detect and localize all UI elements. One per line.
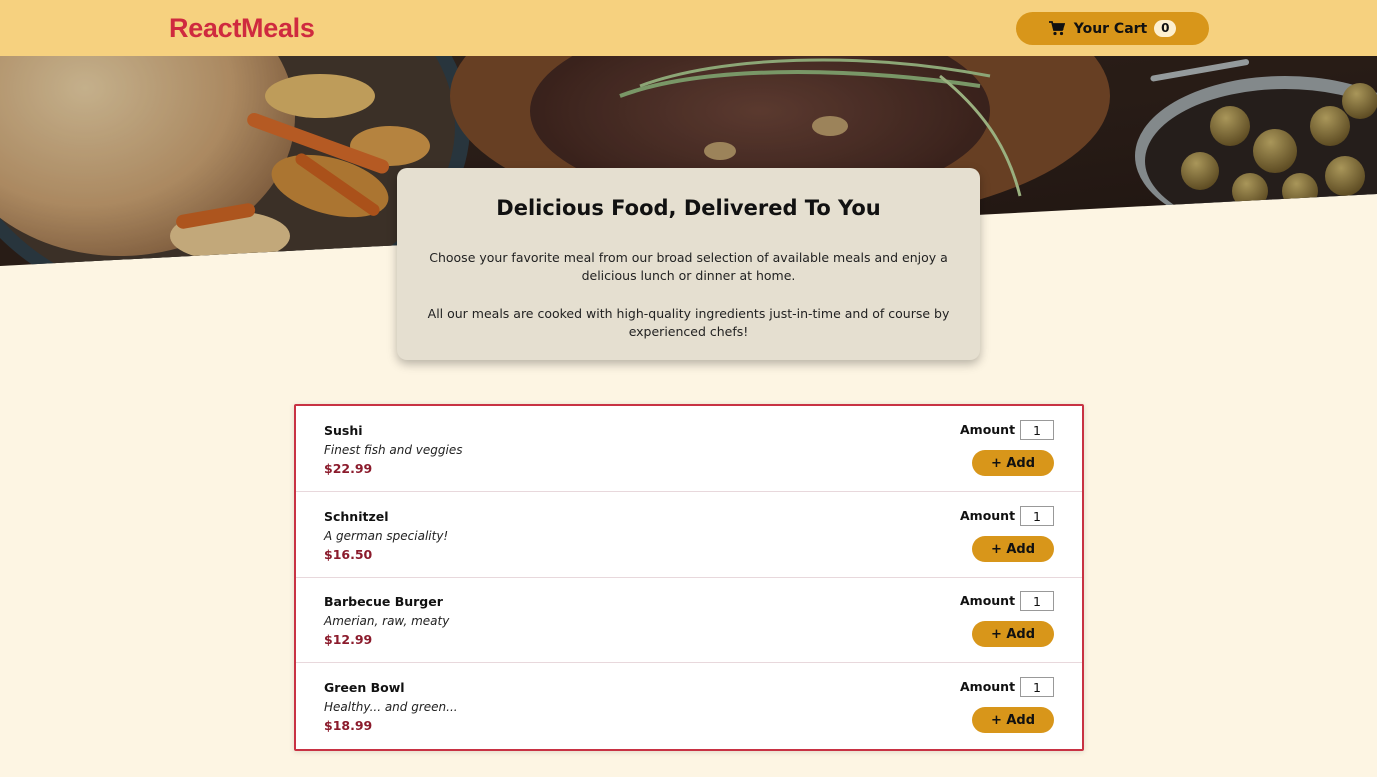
add-button[interactable]: + Add [972, 621, 1054, 647]
meal-name: Barbecue Burger [324, 594, 443, 609]
meal-price: $22.99 [324, 461, 373, 476]
app-header: ReactMeals Your Cart 0 [0, 0, 1377, 56]
amount-input[interactable] [1020, 591, 1054, 611]
cart-icon [1048, 21, 1065, 36]
meal-name: Green Bowl [324, 680, 405, 695]
amount-input[interactable] [1020, 420, 1054, 440]
amount-label: Amount [960, 508, 1016, 523]
meal-description: Amerian, raw, meaty [324, 614, 450, 628]
meal-description: A german speciality! [324, 529, 449, 543]
summary-paragraph-2: All our meals are cooked with high-quali… [427, 306, 950, 339]
meal-price: $18.99 [324, 718, 373, 733]
cart-button[interactable]: Your Cart 0 [1016, 12, 1209, 45]
app-logo[interactable]: ReactMeals [169, 13, 315, 44]
meal-description: Healthy... and green... [324, 700, 458, 714]
cart-count-badge: 0 [1154, 20, 1177, 37]
amount-label: Amount [960, 593, 1016, 608]
add-button[interactable]: + Add [972, 707, 1054, 733]
meal-price: $16.50 [324, 547, 373, 562]
amount-label: Amount [960, 422, 1016, 437]
meal-item: Green Bowl Healthy... and green... $18.9… [296, 663, 1082, 749]
meal-item: Schnitzel A german speciality! $16.50 Am… [296, 492, 1082, 578]
summary-title: Delicious Food, Delivered To You [496, 196, 881, 220]
cart-label: Your Cart [1073, 20, 1148, 37]
amount-label: Amount [960, 679, 1016, 694]
meal-name: Schnitzel [324, 509, 389, 524]
add-button[interactable]: + Add [972, 536, 1054, 562]
amount-input[interactable] [1020, 506, 1054, 526]
meal-item: Sushi Finest fish and veggies $22.99 Amo… [296, 406, 1082, 492]
add-button[interactable]: + Add [972, 450, 1054, 476]
meal-name: Sushi [324, 423, 363, 438]
meal-price: $12.99 [324, 632, 373, 647]
amount-input[interactable] [1020, 677, 1054, 697]
summary-card: Delicious Food, Delivered To You Choose … [397, 168, 980, 360]
meal-item: Barbecue Burger Amerian, raw, meaty $12.… [296, 577, 1082, 663]
meal-description: Finest fish and veggies [324, 443, 463, 457]
summary-paragraph-1: Choose your favorite meal from our broad… [429, 250, 948, 283]
meals-list: Sushi Finest fish and veggies $22.99 Amo… [294, 404, 1084, 751]
